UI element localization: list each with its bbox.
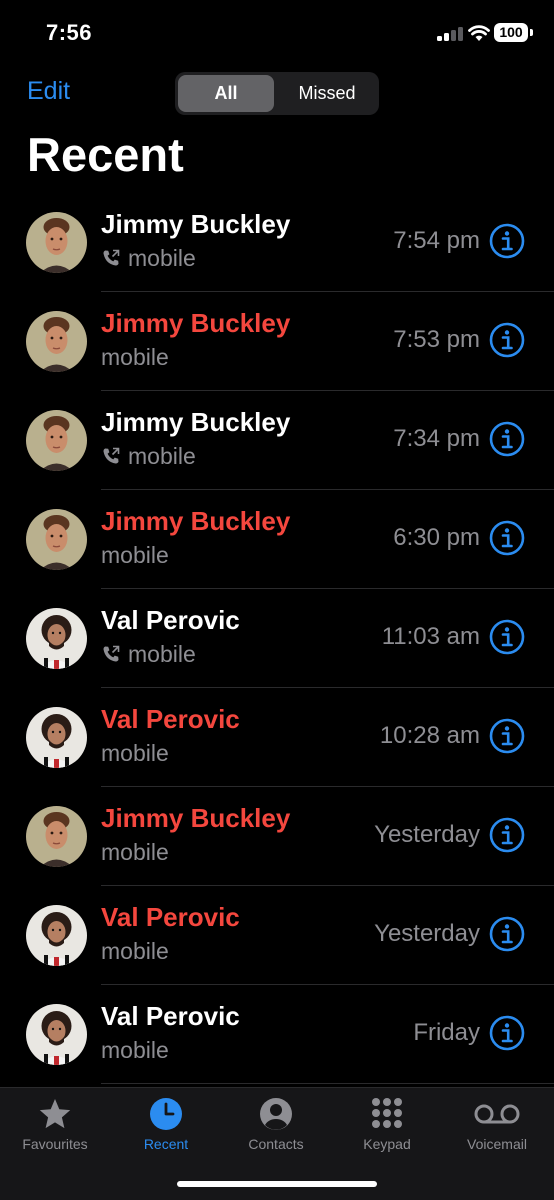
call-type-label: mobile [101, 1037, 169, 1063]
tab-label: Favourites [22, 1136, 88, 1152]
tab-label: Recent [143, 1136, 189, 1152]
outgoing-call-icon [103, 645, 120, 662]
contact-avatar [26, 410, 87, 471]
call-time: 7:54 pm [393, 227, 480, 254]
call-filter-segmented-control: All Missed [175, 72, 379, 115]
call-type-label: mobile [128, 245, 196, 271]
call-time: 11:03 am [381, 623, 480, 650]
keypad-icon [372, 1098, 402, 1128]
tab-recent[interactable]: Recent [111, 1088, 221, 1158]
status-bar: 7:56 100 [0, 0, 554, 60]
edit-button[interactable]: Edit [27, 77, 70, 106]
call-type: mobile [101, 839, 169, 866]
info-icon[interactable] [489, 421, 525, 457]
call-type: mobile [101, 1037, 169, 1064]
info-icon[interactable] [489, 619, 525, 655]
contact-name: Jimmy Buckley [101, 209, 291, 239]
tab-voicemail[interactable]: Voicemail [442, 1088, 552, 1158]
contact-avatar [26, 905, 87, 966]
call-type-label: mobile [101, 740, 169, 766]
outgoing-call-icon [103, 249, 120, 266]
segment-all[interactable]: All [178, 75, 274, 112]
home-indicator[interactable] [177, 1181, 377, 1187]
contact-name: Val Perovic [101, 605, 240, 635]
call-row[interactable]: Jimmy Buckley mobile 7:53 pm [0, 292, 554, 391]
call-time: 7:53 pm [393, 326, 480, 353]
clock-icon [150, 1098, 182, 1130]
contact-name: Jimmy Buckley [101, 506, 291, 536]
call-type: mobile [101, 938, 169, 965]
call-type-label: mobile [101, 542, 169, 568]
call-row[interactable]: Jimmy Buckley mobile 7:34 pm [0, 391, 554, 490]
info-icon[interactable] [489, 817, 525, 853]
contact-avatar [26, 311, 87, 372]
call-type-label: mobile [128, 443, 196, 469]
call-type-label: mobile [101, 839, 169, 865]
call-time: 7:34 pm [393, 425, 480, 452]
call-time: 6:30 pm [393, 524, 480, 551]
call-type: mobile [101, 542, 169, 569]
battery-indicator: 100 [494, 23, 528, 42]
info-icon[interactable] [489, 1015, 525, 1051]
call-type: mobile [101, 245, 196, 272]
outgoing-call-icon [103, 447, 120, 464]
person-circle-icon [260, 1098, 292, 1130]
contact-avatar [26, 707, 87, 768]
contact-name: Jimmy Buckley [101, 308, 291, 338]
call-type: mobile [101, 740, 169, 767]
contact-avatar [26, 212, 87, 273]
info-icon[interactable] [489, 322, 525, 358]
segment-missed[interactable]: Missed [278, 75, 376, 112]
wifi-icon [468, 25, 490, 41]
call-row[interactable]: Val Perovic mobile Yesterday [0, 886, 554, 985]
call-type-label: mobile [101, 344, 169, 370]
tab-keypad[interactable]: Keypad [332, 1088, 442, 1158]
battery-cap [530, 29, 533, 36]
call-time: 10:28 am [379, 722, 480, 749]
contact-name: Jimmy Buckley [101, 803, 291, 833]
info-icon[interactable] [489, 916, 525, 952]
call-row[interactable]: Jimmy Buckley mobile Yesterday [0, 787, 554, 886]
tab-label: Voicemail [467, 1136, 527, 1152]
contact-avatar [26, 608, 87, 669]
contact-name: Val Perovic [101, 902, 240, 932]
call-time: Yesterday [374, 920, 480, 947]
tab-label: Keypad [363, 1136, 411, 1152]
contact-name: Val Perovic [101, 704, 240, 734]
contact-avatar [26, 806, 87, 867]
tab-label: Contacts [248, 1136, 304, 1152]
recent-calls-list: Jimmy Buckley mobile 7:54 pm Jimmy Buckley m… [0, 193, 554, 1084]
info-icon[interactable] [489, 520, 525, 556]
call-type: mobile [101, 641, 196, 668]
info-icon[interactable] [489, 718, 525, 754]
contact-name: Jimmy Buckley [101, 407, 291, 437]
contact-name: Val Perovic [101, 1001, 240, 1031]
star-icon [39, 1099, 71, 1129]
page-title: Recent [27, 128, 184, 181]
call-row[interactable]: Val Perovic mobile Friday [0, 985, 554, 1084]
voicemail-icon [474, 1104, 520, 1124]
call-type: mobile [101, 443, 196, 470]
cellular-signal-icon [437, 27, 463, 41]
call-row[interactable]: Val Perovic mobile 11:03 am [0, 589, 554, 688]
row-divider [101, 1083, 554, 1084]
call-type-label: mobile [128, 641, 196, 667]
info-icon[interactable] [489, 223, 525, 259]
status-time: 7:56 [46, 20, 93, 45]
call-time: Friday [413, 1019, 480, 1046]
call-row[interactable]: Val Perovic mobile 10:28 am [0, 688, 554, 787]
call-time: Yesterday [374, 821, 480, 848]
contact-avatar [26, 509, 87, 570]
contact-avatar [26, 1004, 87, 1065]
call-row[interactable]: Jimmy Buckley mobile 7:54 pm [0, 193, 554, 292]
tab-contacts[interactable]: Contacts [221, 1088, 331, 1158]
call-type-label: mobile [101, 938, 169, 964]
tab-favourites[interactable]: Favourites [0, 1088, 110, 1158]
call-row[interactable]: Jimmy Buckley mobile 6:30 pm [0, 490, 554, 589]
call-type: mobile [101, 344, 169, 371]
